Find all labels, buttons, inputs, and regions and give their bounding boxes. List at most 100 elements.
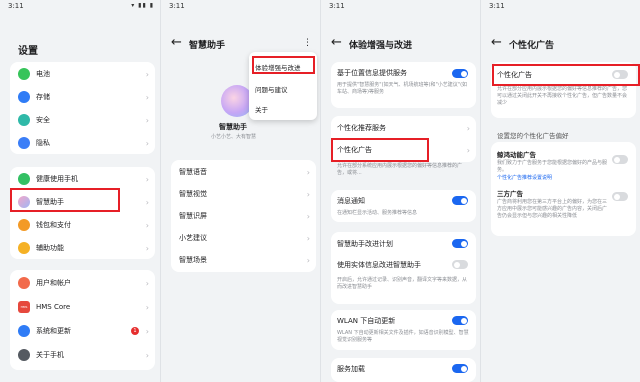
entity-info-toggle[interactable] [452,260,468,269]
page-title: 体验增强与改进 [349,41,413,51]
settings-item-wallet[interactable]: 钱包和支付 › [10,214,155,236]
back-arrow-icon[interactable]: ← [331,35,342,50]
settings-item-label: 关于手机 [36,351,64,359]
settings-item-about-phone[interactable]: 关于手机 › [10,344,155,366]
smart-assistant-panel: 3:11 ← 智慧助手 ⋮ 智慧助手 小艺小艺、大有智慧 智慧语音 › 智慧视觉… [160,0,320,382]
accessibility-icon [18,242,30,254]
settings-item-security[interactable]: 安全 › [10,109,155,131]
highlight-box [492,64,640,86]
chevron-right-icon: › [145,243,149,253]
shield-icon [18,114,30,126]
menu-item-about[interactable]: 关于 [255,104,268,114]
ad-preferences-card: 鲸鸿动能广告 我们致力于广告服务于您能根据您偏好的产品与服务。 个性化广告推荐设… [491,142,636,236]
wlan-update-label: WLAN 下自动更新 [337,317,396,325]
list-item-label: 智慧识屏 [179,212,207,220]
chevron-right-icon: › [306,167,310,177]
chevron-right-icon: › [466,145,470,155]
assistant-subtitle: 小艺小艺、大有智慧 [211,134,257,140]
privacy-icon [18,137,30,149]
list-item-label: 小艺建议 [179,234,207,242]
settings-item-accounts[interactable]: 用户和帐户 › [10,272,155,294]
chevron-right-icon: › [145,138,149,148]
hourglass-icon [18,173,30,185]
service-loading-label: 服务加载 [337,365,365,373]
assistant-feature-list: 智慧语音 › 智慧视觉 › 智慧识屏 › 小艺建议 › 智慧场景 › [171,160,316,272]
notification-toggle[interactable] [452,196,468,205]
petal-ads-desc: 我们致力于广告服务于您能根据您偏好的产品与服务。 [497,160,608,173]
status-icons: ▾ ▮▮ ▮ [131,2,154,9]
third-party-ads-toggle[interactable] [612,192,628,201]
settings-item-label: 系统和更新 [36,327,71,335]
settings-item-label: 安全 [36,116,50,124]
list-item-xiaoyi-suggestions[interactable]: 小艺建议 › [171,227,316,249]
settings-item-digital-balance[interactable]: 健康使用手机 › [10,168,155,190]
more-menu-icon[interactable]: ⋮ [303,38,312,48]
page-title: 智慧助手 [189,41,226,51]
settings-item-label: 用户和帐户 [36,279,71,287]
settings-item-hms-core[interactable]: HMS HMS Core › [10,296,155,318]
chevron-right-icon: › [145,92,149,102]
chevron-right-icon: › [145,350,149,360]
status-time: 3:11 [329,2,345,10]
list-item-label: 个性化推荐服务 [337,124,386,132]
list-item-screen-recognition[interactable]: 智慧识屏 › [171,205,316,227]
petal-ads-link[interactable]: 个性化广告推荐设置说明 [497,174,552,181]
chevron-right-icon: › [306,255,310,265]
notification-label: 消息通知 [337,197,365,205]
battery-icon [18,68,30,80]
status-time: 3:11 [489,2,505,10]
improvement-plan-toggle[interactable] [452,239,468,248]
notification-desc: 在通知栏显示活动、服务推荐等信息 [337,210,418,216]
petal-ads-toggle[interactable] [612,155,628,164]
personalized-ads-desc: 允许在部分应用内展示根据您的偏好等信息推荐的广告，您可以通过关闭此开关不再接收个… [497,86,628,106]
highlight-box [10,188,120,212]
back-arrow-icon[interactable]: ← [171,35,182,50]
service-loading-toggle[interactable] [452,364,468,373]
chevron-right-icon: › [466,123,470,133]
assistant-name: 智慧助手 [219,123,247,131]
menu-item-feedback[interactable]: 问题与建议 [255,84,288,94]
list-item-smart-vision[interactable]: 智慧视觉 › [171,183,316,205]
location-service-card: 基于位置信息提供服务 用于提供"智慧服务"(如天气、机场航班等)和"小艺建议"(… [331,62,476,108]
settings-item-privacy[interactable]: 隐私 › [10,132,155,154]
personalized-recommendation-item[interactable]: 个性化推荐服务 › [331,117,476,139]
improvement-plan-desc: 开启后，允许通过记录、识别声音，翻译文字等来数据，从而改进智慧助手 [337,277,468,290]
phone-icon [18,349,30,361]
personalized-ads-panel: 3:11 ← 个性化广告 个性化广告 允许在部分应用内展示根据您的偏好等信息推荐… [480,0,640,382]
list-item-label: 智慧视觉 [179,190,207,198]
settings-item-battery[interactable]: 电池 › [10,63,155,85]
chevron-right-icon: › [145,69,149,79]
settings-item-system-update[interactable]: 系统和更新 1 › [10,320,155,342]
settings-item-accessibility[interactable]: 辅助功能 › [10,237,155,259]
settings-panel: 3:11 ▾ ▮▮ ▮ 设置 电池 › 存储 › 安全 › 隐私 › 健康使用手… [0,0,160,382]
update-icon [18,325,30,337]
settings-item-label: HMS Core [36,303,71,311]
settings-item-label: 钱包和支付 [36,221,71,229]
chevron-right-icon: › [145,302,149,312]
settings-group-2: 健康使用手机 › 智慧助手 › 钱包和支付 › 辅助功能 › [10,167,155,259]
location-service-label: 基于位置信息提供服务 [337,69,407,77]
notification-card: 消息通知 在通知栏显示活动、服务推荐等信息 [331,190,476,222]
chevron-right-icon: › [306,211,310,221]
settings-item-label: 健康使用手机 [36,175,78,183]
chevron-right-icon: › [145,174,149,184]
chevron-right-icon: › [145,115,149,125]
experience-improvement-panel: 3:11 ← 体验增强与改进 基于位置信息提供服务 用于提供"智慧服务"(如天气… [320,0,480,382]
list-item-smart-voice[interactable]: 智慧语音 › [171,161,316,183]
petal-ads-title: 鲸鸿动能广告 [497,151,536,159]
list-item-smart-scenes[interactable]: 智慧场景 › [171,249,316,271]
service-loading-card: 服务加载 [331,358,476,382]
back-arrow-icon[interactable]: ← [491,35,502,50]
status-time: 3:11 [8,2,24,10]
settings-item-storage[interactable]: 存储 › [10,86,155,108]
storage-icon [18,91,30,103]
chevron-right-icon: › [145,197,149,207]
entity-info-label: 使用实体信息改进智慧助手 [337,261,421,269]
page-title: 设置 [18,46,38,57]
settings-item-label: 存储 [36,93,50,101]
location-service-toggle[interactable] [452,69,468,78]
wlan-update-toggle[interactable] [452,316,468,325]
page-title: 个性化广告 [509,41,555,51]
chevron-right-icon: › [145,220,149,230]
settings-item-label: 隐私 [36,139,50,147]
